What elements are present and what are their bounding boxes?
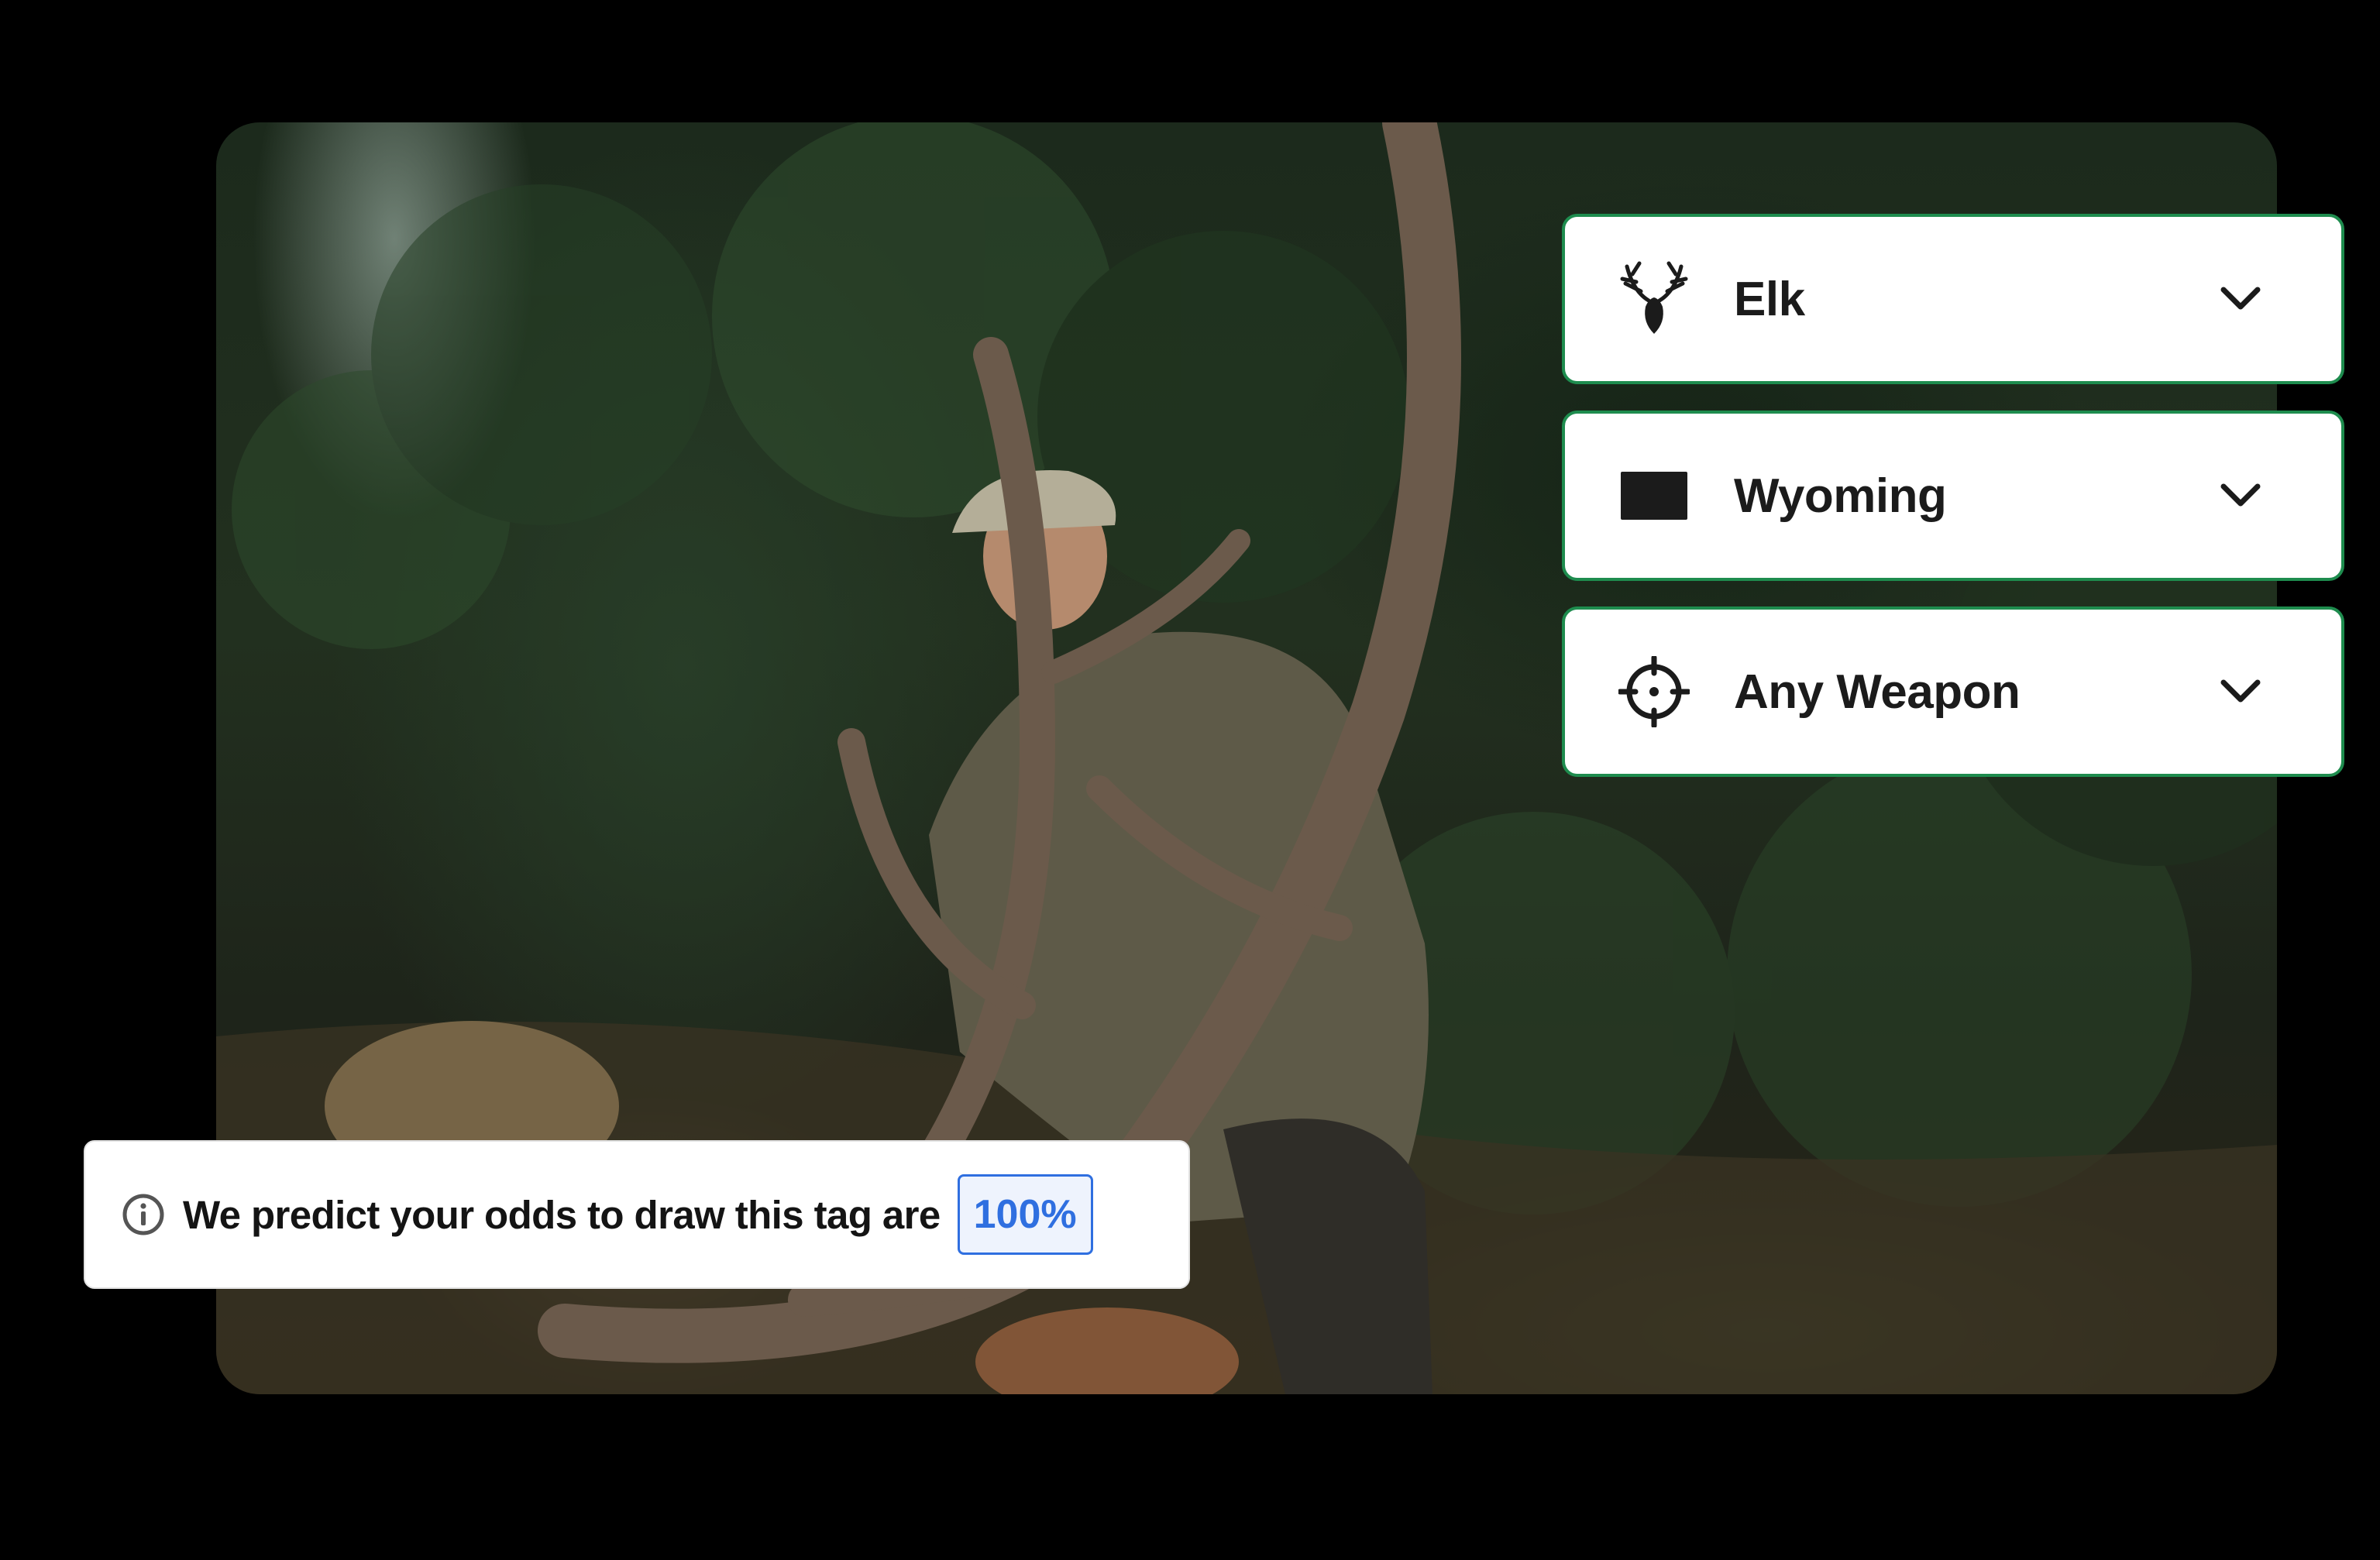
odds-message: We predict your odds to draw this tag ar… [183, 1192, 941, 1237]
chevron-down-icon [2217, 668, 2264, 715]
species-label: Elk [1734, 272, 1805, 326]
weapon-dropdown[interactable]: Any Weapon [1562, 606, 2344, 777]
chevron-down-icon [2217, 472, 2264, 519]
crosshair-icon [1611, 649, 1697, 734]
elk-head-icon [1611, 256, 1697, 342]
weapon-label: Any Weapon [1734, 665, 2021, 719]
odds-prediction-card: We predict your odds to draw this tag ar… [84, 1140, 1190, 1289]
state-dropdown[interactable]: Wyoming [1562, 411, 2344, 581]
info-icon[interactable] [121, 1192, 166, 1237]
species-dropdown[interactable]: Elk [1562, 214, 2344, 384]
wyoming-state-icon [1611, 453, 1697, 538]
chevron-down-icon [2217, 276, 2264, 322]
odds-value-badge: 100% [957, 1174, 1093, 1255]
state-label: Wyoming [1734, 469, 1947, 523]
